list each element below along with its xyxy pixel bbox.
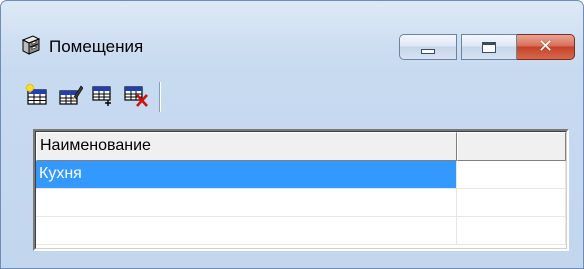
title-bar[interactable]: Помещения ✕ [1,1,583,63]
edit-record-icon [57,83,84,112]
window-title: Помещения [49,37,144,56]
table-cell-extra[interactable] [457,161,566,189]
table-row[interactable] [36,217,566,245]
delete-record-icon [123,83,149,112]
table-cell-extra[interactable] [457,217,566,245]
caption-buttons: ✕ [399,34,575,60]
table-cell-extra[interactable] [457,189,566,217]
maximize-button[interactable] [461,34,517,60]
maximize-icon [482,41,496,53]
grid-header: Наименование [36,132,566,161]
edit-record-button[interactable] [56,83,84,111]
close-button[interactable]: ✕ [517,34,575,60]
delete-record-button[interactable] [122,83,150,111]
table-row[interactable] [36,189,566,217]
minimize-icon [421,48,435,54]
table-cell-name[interactable] [36,217,457,245]
table-cell-name[interactable] [36,189,457,217]
copy-record-button[interactable] [89,83,117,111]
rooms-grid[interactable]: Наименование Кухня [33,129,569,251]
toolbar-separator [159,82,161,112]
column-header-extra[interactable] [457,132,566,161]
window: Помещения ✕ Наименование Кухня [0,0,584,269]
table-cell-name[interactable]: Кухня [36,161,457,189]
close-icon: ✕ [537,36,554,57]
toolbar [23,81,161,113]
add-record-icon [24,82,50,112]
add-record-button[interactable] [23,82,51,112]
table-row[interactable]: Кухня [36,161,566,189]
copy-record-icon [90,83,116,112]
grid-body: Наименование Кухня [35,131,567,249]
cabinet-icon [19,35,41,55]
column-header-name[interactable]: Наименование [36,132,457,161]
minimize-button[interactable] [399,34,457,60]
